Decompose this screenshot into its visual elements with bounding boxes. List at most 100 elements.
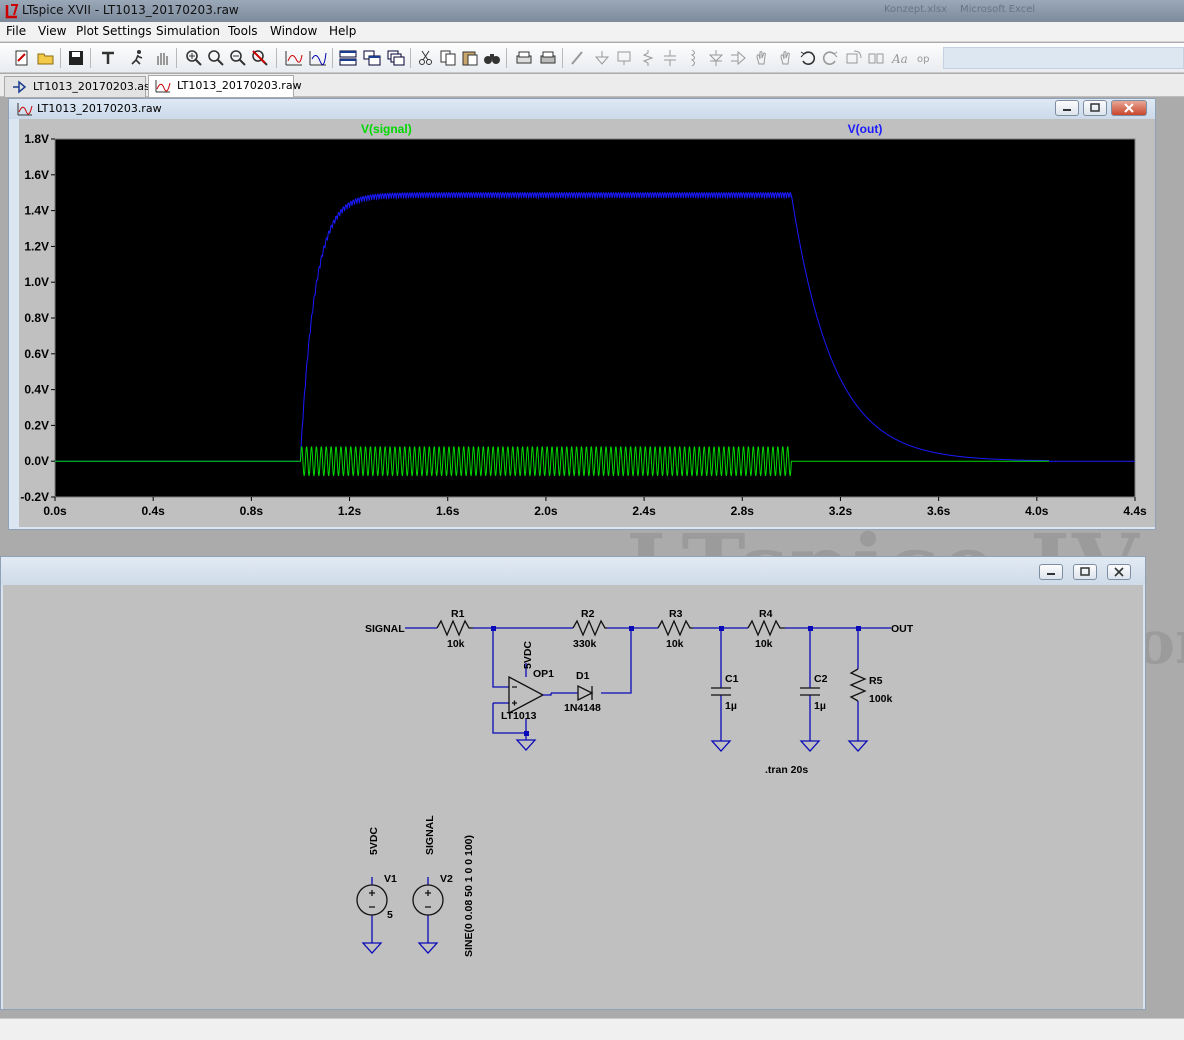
y-tick-label: 1.8V <box>24 132 49 146</box>
r2-name[interactable]: R2 <box>581 608 595 620</box>
new-schematic-icon[interactable] <box>12 49 32 67</box>
c1-name[interactable]: C1 <box>725 673 739 685</box>
text-icon[interactable]: Aa <box>890 49 910 67</box>
menu-view[interactable]: View <box>38 24 66 38</box>
svg-text:Aa: Aa <box>891 52 908 66</box>
label-icon[interactable] <box>614 49 634 67</box>
d1-name[interactable]: D1 <box>576 670 590 682</box>
inductor-icon[interactable] <box>682 49 702 67</box>
v1-name[interactable]: V1 <box>384 873 397 885</box>
c2-name[interactable]: C2 <box>814 673 828 685</box>
c2-value[interactable]: 1µ <box>814 700 826 712</box>
waveform-window-title: LT1013_20170203.raw <box>37 102 162 115</box>
voltage-source-v1-symbol <box>356 884 388 916</box>
spice-directive-icon[interactable]: op <box>914 49 934 67</box>
menu-file[interactable]: File <box>6 24 26 38</box>
r2-value[interactable]: 330k <box>573 638 597 650</box>
r4-value[interactable]: 10k <box>755 638 773 650</box>
ltspice-logo-icon <box>5 4 19 19</box>
maximize-button[interactable] <box>1073 564 1097 580</box>
d1-value[interactable]: 1N4148 <box>564 702 601 714</box>
menu-bar: File View Plot Settings Simulation Tools… <box>0 22 1184 42</box>
menu-help[interactable]: Help <box>329 24 356 38</box>
rotate-icon[interactable] <box>844 49 864 67</box>
status-bar <box>0 1018 1184 1040</box>
move-icon[interactable] <box>752 49 772 67</box>
autorange-icon[interactable] <box>284 49 304 67</box>
capacitor-icon[interactable] <box>660 49 680 67</box>
save-icon[interactable] <box>66 49 86 67</box>
r3-name[interactable]: R3 <box>669 608 683 620</box>
wire-icon[interactable] <box>568 49 588 67</box>
net-label-5vdc[interactable]: 5VDC <box>522 641 534 669</box>
net-label-signal-source[interactable]: SIGNAL <box>424 815 436 855</box>
r5-value[interactable]: 100k <box>869 693 893 705</box>
cascade-icon[interactable] <box>386 49 406 67</box>
print-preview-icon[interactable] <box>514 49 534 67</box>
paste-icon[interactable] <box>460 49 480 67</box>
r5-name[interactable]: R5 <box>869 675 883 687</box>
v2-value[interactable]: SINE(0 0.08 50 1 0 0 100) <box>463 835 475 957</box>
minimize-button[interactable] <box>1039 564 1063 580</box>
background-window-app: Microsoft Excel <box>960 4 1036 15</box>
resistor-icon[interactable] <box>638 49 658 67</box>
tile-vertical-icon[interactable] <box>338 49 358 67</box>
cancel-zoom-icon[interactable] <box>250 49 270 67</box>
component-icon[interactable] <box>728 49 748 67</box>
schematic-drawing[interactable]: SIGNAL OUT R1 10k R2 330k R3 10k R4 10k … <box>3 585 1143 1009</box>
find-icon[interactable] <box>482 49 502 67</box>
copy-icon[interactable] <box>438 49 458 67</box>
run-icon[interactable] <box>128 49 148 67</box>
v1-value[interactable]: 5 <box>387 909 393 921</box>
waveform-window: LT1013_20170203.raw 1.8V 1.6V 1.4V 1.2V 1.0V… <box>8 98 1156 530</box>
zoom-to-fit-icon[interactable] <box>206 49 226 67</box>
undo-icon[interactable] <box>798 49 818 67</box>
drag-icon[interactable] <box>776 49 796 67</box>
menu-plot-settings[interactable]: Plot Settings <box>76 24 152 38</box>
waveform-window-titlebar[interactable]: LT1013_20170203.raw <box>9 99 1155 119</box>
c1-value[interactable]: 1µ <box>725 700 737 712</box>
close-button[interactable] <box>1107 564 1131 580</box>
v2-name[interactable]: V2 <box>440 873 453 885</box>
net-label-5vdc-source[interactable]: 5VDC <box>368 827 380 855</box>
spice-directive[interactable]: .tran 20s <box>765 764 808 776</box>
ground-icon[interactable] <box>592 49 612 67</box>
y-tick-label: 1.2V <box>24 239 49 253</box>
r1-value[interactable]: 10k <box>447 638 465 650</box>
menu-simulation[interactable]: Simulation <box>156 24 220 38</box>
resistor-r3-symbol <box>657 619 693 637</box>
r3-value[interactable]: 10k <box>666 638 684 650</box>
schematic-canvas[interactable]: SIGNAL OUT R1 10k R2 330k R3 10k R4 10k … <box>3 585 1143 1009</box>
menu-tools[interactable]: Tools <box>228 24 258 38</box>
net-label-out[interactable]: OUT <box>891 623 914 635</box>
redo-icon[interactable] <box>820 49 840 67</box>
net-label-signal[interactable]: SIGNAL <box>365 623 405 635</box>
capacitor-c2-symbol <box>800 687 820 696</box>
diode-icon[interactable] <box>706 49 726 67</box>
print-icon[interactable] <box>538 49 558 67</box>
tile-horizontal-icon[interactable] <box>362 49 382 67</box>
window-title-bar[interactable]: LTspice XVII - LT1013_20170203.raw Konze… <box>0 0 1184 22</box>
close-button[interactable] <box>1111 100 1147 116</box>
menu-window[interactable]: Window <box>270 24 317 38</box>
op1-name[interactable]: OP1 <box>533 668 554 680</box>
minimize-button[interactable] <box>1055 100 1079 116</box>
control-panel-icon[interactable] <box>98 49 118 67</box>
r4-name[interactable]: R4 <box>759 608 773 620</box>
x-tick-label: 1.2s <box>338 504 362 518</box>
zoom-in-icon[interactable] <box>184 49 204 67</box>
schematic-window-titlebar[interactable] <box>1 557 1145 585</box>
cut-icon[interactable] <box>416 49 436 67</box>
add-trace-icon[interactable] <box>308 49 328 67</box>
tab-waveform[interactable]: LT1013_20170203.raw <box>148 75 302 97</box>
r1-name[interactable]: R1 <box>451 608 465 620</box>
tab-schematic[interactable]: LT1013_20170203.asc <box>4 76 156 97</box>
open-icon[interactable] <box>36 49 56 67</box>
halt-icon[interactable] <box>152 49 172 67</box>
mirror-icon[interactable] <box>866 49 886 67</box>
maximize-button[interactable] <box>1083 100 1107 116</box>
background-window-title: Konzept.xlsx <box>884 4 948 15</box>
zoom-out-icon[interactable] <box>228 49 248 67</box>
waveform-plot[interactable]: 1.8V 1.6V 1.4V 1.2V 1.0V 0.8V 0.6V 0.4V 0.2V 0.0V… <box>19 119 1155 527</box>
op1-value[interactable]: LT1013 <box>501 710 537 722</box>
